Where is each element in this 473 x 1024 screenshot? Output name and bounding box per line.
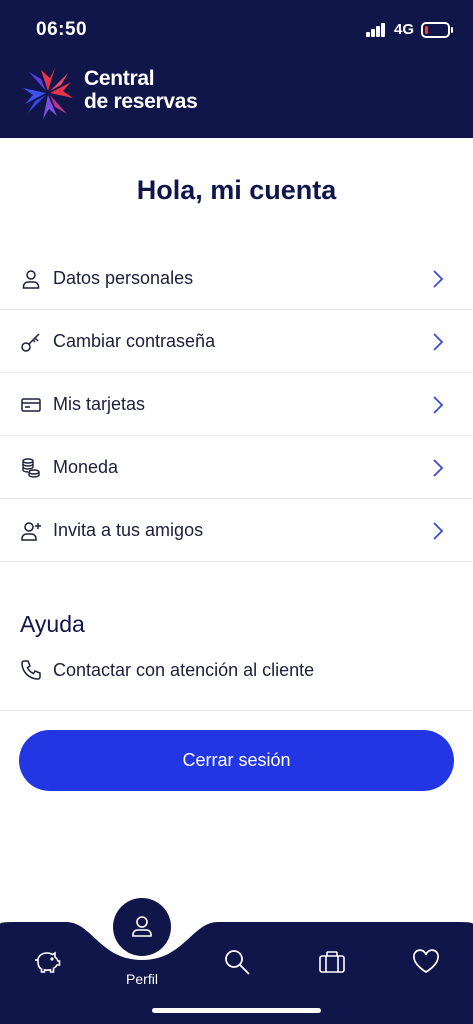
brand-name: Central de reservas	[84, 67, 198, 113]
brand-line-2: de reservas	[84, 90, 198, 113]
central-de-reservas-logo-icon	[23, 68, 73, 119]
account-menu: Datos personales Cambiar contraseña Mis …	[0, 247, 473, 562]
menu-item-label: Mis tarjetas	[53, 394, 146, 414]
chevron-right-icon	[433, 396, 444, 414]
menu-item-currency[interactable]: Moneda	[0, 436, 473, 499]
tab-favorites[interactable]	[412, 949, 440, 975]
page-title: Hola, mi cuenta	[136, 175, 337, 205]
menu-item-label: Moneda	[53, 457, 119, 477]
chevron-right-icon	[433, 459, 444, 477]
user-icon	[22, 270, 40, 289]
help-section-title: Ayuda	[20, 611, 85, 637]
app-header: 06:50 4G Central de reservas	[0, 0, 473, 138]
chevron-right-icon	[433, 270, 444, 288]
key-icon	[21, 333, 40, 352]
tab-savings[interactable]	[33, 949, 61, 975]
tab-profile[interactable]	[113, 898, 171, 956]
contact-support-item[interactable]: Contactar con atención al cliente	[0, 645, 473, 711]
menu-item-label: Datos personales	[53, 268, 194, 288]
tab-trips[interactable]	[318, 949, 346, 975]
profile-icon	[132, 916, 152, 937]
battery-icon	[421, 22, 453, 38]
status-bar: 06:50 4G	[0, 0, 473, 58]
heart-icon	[413, 949, 439, 973]
brand-line-1: Central	[84, 67, 155, 90]
contact-support-label: Contactar con atención al cliente	[53, 660, 315, 680]
piggy-bank-icon	[35, 951, 61, 973]
credit-card-icon	[21, 398, 41, 412]
briefcase-icon	[319, 951, 345, 973]
logout-button[interactable]: Cerrar sesión	[19, 730, 454, 791]
tab-profile-label: Perfil	[126, 971, 158, 987]
status-time: 06:50	[36, 19, 88, 40]
menu-item-my-cards[interactable]: Mis tarjetas	[0, 373, 473, 436]
coins-icon	[22, 458, 40, 478]
menu-item-invite-friends[interactable]: Invita a tus amigos	[0, 499, 473, 562]
chevron-right-icon	[433, 522, 444, 540]
signal-icon	[366, 23, 386, 37]
network-type: 4G	[394, 21, 415, 38]
search-icon	[225, 950, 250, 975]
menu-item-label: Invita a tus amigos	[53, 520, 204, 540]
chevron-right-icon	[433, 333, 444, 351]
menu-item-change-password[interactable]: Cambiar contraseña	[0, 310, 473, 373]
home-indicator[interactable]	[152, 1008, 321, 1013]
tab-search[interactable]	[223, 948, 251, 976]
menu-item-label: Cambiar contraseña	[53, 331, 216, 351]
user-plus-icon	[21, 522, 41, 541]
phone-icon	[21, 660, 41, 680]
menu-item-personal-data[interactable]: Datos personales	[0, 247, 473, 310]
battery-level	[425, 26, 428, 34]
